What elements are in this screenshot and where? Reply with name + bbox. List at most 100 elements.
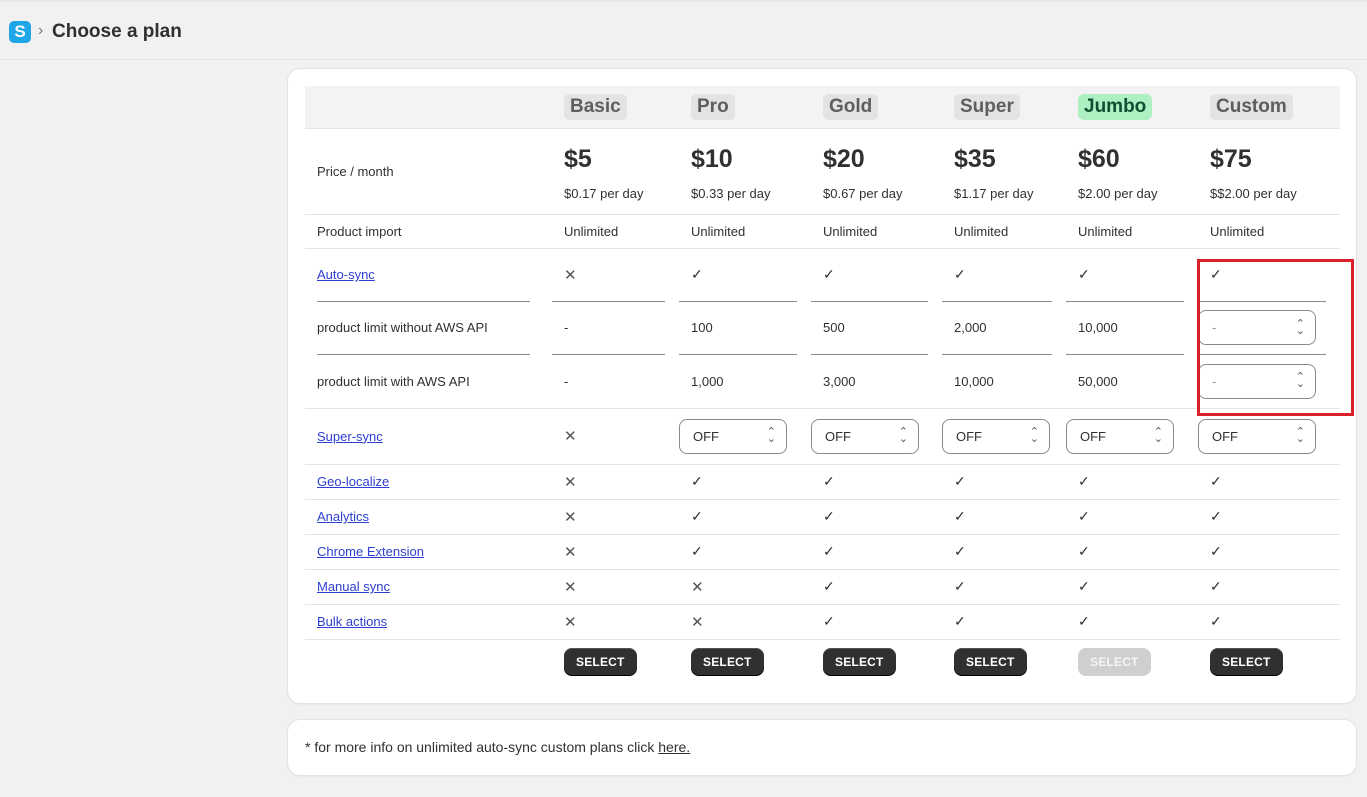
- check-icon: ✓: [1078, 508, 1090, 524]
- feature-cell: ✓: [1066, 569, 1198, 605]
- sub-row: 50,000: [1066, 355, 1184, 408]
- cross-icon: ✕: [691, 613, 704, 631]
- bulk-actions-link[interactable]: Bulk actions: [317, 614, 387, 629]
- app-logo-icon[interactable]: S: [9, 21, 31, 43]
- feature-cell: ✕: [552, 464, 679, 500]
- cross-icon: ✕: [564, 473, 577, 491]
- select-value: OFF: [1212, 428, 1238, 444]
- sub-row: 3,000: [811, 355, 928, 408]
- annotation-highlight-box: [1197, 259, 1354, 416]
- cross-icon: ✕: [691, 578, 704, 596]
- auto-sync-labels: Auto-sync product limit without AWS API …: [305, 248, 552, 408]
- auto-sync-cell-pro: ✓ 100 1,000: [679, 248, 811, 408]
- check-icon: ✓: [954, 473, 966, 489]
- footer-note: * for more info on unlimited auto-sync c…: [305, 739, 690, 755]
- limit-value: 1,000: [691, 373, 724, 389]
- auto-sync-cell-jumbo: ✓ 10,000 50,000: [1066, 248, 1198, 408]
- product-import-cell: Unlimited: [942, 214, 1066, 249]
- select-value: OFF: [825, 428, 851, 444]
- super-sync-select[interactable]: OFF ⌃ ⌄: [1198, 418, 1316, 454]
- analytics-label-cell: Analytics: [305, 499, 552, 535]
- auto-sync-link[interactable]: Auto-sync: [317, 267, 375, 282]
- check-icon: ✓: [823, 543, 835, 559]
- super-sync-cell: OFF ⌃ ⌄: [811, 408, 942, 465]
- price-value: $10: [691, 145, 733, 173]
- sub-row: ✓: [679, 249, 797, 302]
- page-title: Choose a plan: [52, 21, 182, 42]
- cross-icon: ✕: [564, 428, 577, 445]
- analytics-row: Analytics ✕ ✓ ✓ ✓ ✓ ✓: [305, 499, 1340, 535]
- plan-header-jumbo: Jumbo: [1066, 86, 1198, 129]
- per-day-value: $0.17 per day: [564, 186, 644, 201]
- feature-cell: ✕: [552, 499, 679, 535]
- analytics-link[interactable]: Analytics: [317, 509, 369, 524]
- auto-sync-cell-gold: ✓ 500 3,000: [811, 248, 942, 408]
- select-custom-button[interactable]: SELECT: [1210, 648, 1283, 677]
- geo-localize-link[interactable]: Geo-localize: [317, 474, 389, 489]
- check-icon: ✓: [691, 508, 703, 524]
- manual-sync-link[interactable]: Manual sync: [317, 579, 390, 594]
- super-sync-select[interactable]: OFF ⌃ ⌄: [811, 418, 919, 454]
- super-sync-select[interactable]: OFF ⌃ ⌄: [942, 418, 1050, 454]
- product-import-cell: Unlimited: [1198, 214, 1340, 249]
- price-cell: $35 $1.17 per day: [942, 128, 1066, 215]
- feature-cell: ✓: [942, 569, 1066, 605]
- sub-row: ✓: [942, 249, 1052, 302]
- check-icon: ✓: [823, 266, 835, 282]
- super-sync-link[interactable]: Super-sync: [317, 429, 383, 444]
- product-import-cell: Unlimited: [1066, 214, 1198, 249]
- row-label: Price / month: [305, 128, 552, 215]
- check-icon: ✓: [823, 473, 835, 489]
- row-label: product limit with AWS API: [317, 373, 470, 389]
- select-super-button[interactable]: SELECT: [954, 648, 1027, 677]
- check-icon: ✓: [1078, 613, 1090, 629]
- price-cell: $20 $0.67 per day: [811, 128, 942, 215]
- price-value: $35: [954, 145, 996, 173]
- feature-cell: ✓: [1066, 604, 1198, 640]
- feature-cell: ✕: [679, 569, 811, 605]
- footer-here-link[interactable]: here.: [658, 739, 690, 755]
- auto-sync-cell-basic: ✕ - -: [552, 248, 679, 408]
- product-import-cell: Unlimited: [811, 214, 942, 249]
- plans-table: Basic Pro Gold Super Jumbo Custom Price …: [305, 86, 1340, 685]
- price-cell: $60 $2.00 per day: [1066, 128, 1198, 215]
- row-label: product limit without AWS API: [317, 320, 488, 335]
- super-sync-cell: ✕: [552, 408, 679, 465]
- super-sync-select[interactable]: OFF ⌃ ⌄: [679, 418, 787, 454]
- feature-cell: ✓: [1198, 604, 1340, 640]
- check-icon: ✓: [691, 266, 703, 282]
- limit-value: 100: [691, 320, 713, 335]
- limit-value: 10,000: [1078, 320, 1118, 335]
- feature-cell: ✓: [1066, 499, 1198, 535]
- per-day-value: $2.00 per day: [1078, 186, 1158, 201]
- select-basic-button[interactable]: SELECT: [564, 648, 637, 677]
- check-icon: ✓: [954, 508, 966, 524]
- feature-cell: ✓: [811, 464, 942, 500]
- check-icon: ✓: [1078, 266, 1090, 282]
- header-empty-cell: [305, 86, 552, 129]
- select-gold-button[interactable]: SELECT: [823, 648, 896, 677]
- auto-sync-group: Auto-sync product limit without AWS API …: [305, 248, 1340, 408]
- super-sync-select[interactable]: OFF ⌃ ⌄: [1066, 418, 1174, 454]
- select-pro-button[interactable]: SELECT: [691, 648, 764, 677]
- super-sync-cell: OFF ⌃ ⌄: [1066, 408, 1198, 465]
- feature-cell: ✓: [679, 499, 811, 535]
- check-icon: ✓: [1210, 543, 1222, 559]
- chrome-extension-link[interactable]: Chrome Extension: [317, 544, 424, 559]
- per-day-value: $$2.00 per day: [1210, 186, 1297, 201]
- limit-value: 10,000: [954, 373, 994, 389]
- product-import-row: Product import Unlimited Unlimited Unlim…: [305, 214, 1340, 249]
- feature-cell: ✓: [1198, 569, 1340, 605]
- feature-cell: ✓: [1198, 534, 1340, 570]
- feature-cell: ✕: [552, 534, 679, 570]
- sub-row: ✕: [552, 249, 665, 302]
- chrome-extension-label-cell: Chrome Extension: [305, 534, 552, 570]
- sub-row: 10,000: [1066, 302, 1184, 355]
- top-bar: S › Choose a plan: [0, 0, 1367, 60]
- feature-cell: ✓: [679, 464, 811, 500]
- plan-name-badge: Custom: [1210, 93, 1293, 120]
- feature-cell: ✓: [942, 499, 1066, 535]
- select-cell: SELECT: [1198, 639, 1340, 685]
- auto-sync-cell-super: ✓ 2,000 10,000: [942, 248, 1066, 408]
- feature-cell: ✓: [942, 464, 1066, 500]
